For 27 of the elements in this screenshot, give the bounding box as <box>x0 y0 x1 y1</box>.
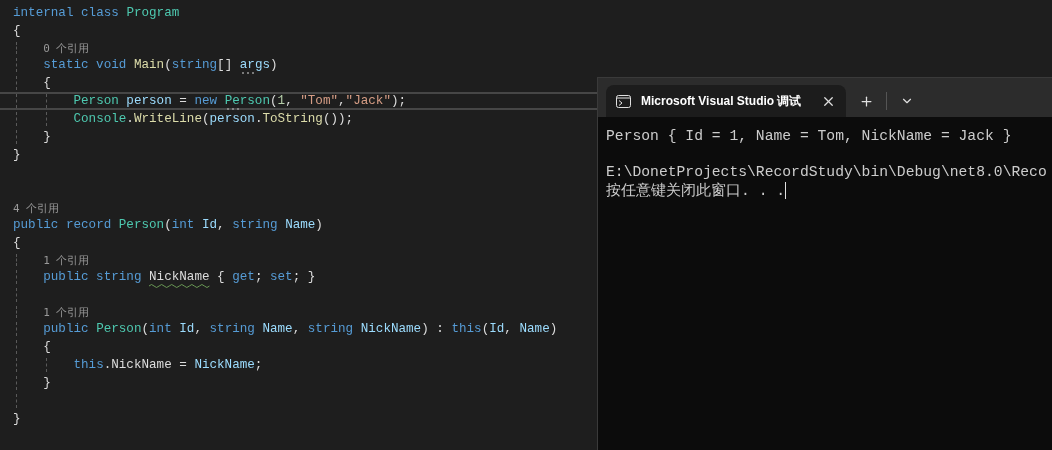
console-tab[interactable]: Microsoft Visual Studio 调试 <box>606 85 846 117</box>
code-line: public Person(int Id, string Name, string NickName) : this(Id, Name) <box>43 322 558 336</box>
code-line: public record Person(int Id, string Name) <box>13 218 323 232</box>
reference-count[interactable]: 1 个引用 <box>43 252 90 268</box>
console-output-line: 按任意键关闭此窗口. . . <box>606 181 786 200</box>
code-line: } <box>43 130 51 144</box>
console-output-line: E:\DonetProjects\RecordStudy\bin\Debug\net8.0\Reco <box>606 164 1047 180</box>
console-output-line: Person { Id = 1, Name = Tom, NickName = Jack } <box>606 128 1012 144</box>
reference-count[interactable]: 1 个引用 <box>43 304 90 320</box>
tab-title: Microsoft Visual Studio 调试 <box>641 92 803 110</box>
code-line: { <box>43 340 51 354</box>
reference-count[interactable]: 0 个引用 <box>43 40 90 56</box>
code-line: } <box>43 376 51 390</box>
code-line: { <box>43 76 51 90</box>
code-line: { <box>13 236 21 250</box>
code-line: } <box>13 148 21 162</box>
code-line: public string NickName { get; set; } <box>43 270 316 284</box>
terminal-icon <box>616 94 631 108</box>
plus-icon <box>858 93 874 109</box>
code-line: } <box>13 412 21 426</box>
code-line: this.NickName = NickName; <box>73 358 263 372</box>
code-line: Console.WriteLine(person.ToString()); <box>73 112 354 126</box>
code-line: { <box>13 24 21 38</box>
code-line: Person person = new Person(1, "Tom","Jack"); <box>73 94 407 108</box>
code-line: internal class Program <box>13 6 180 20</box>
reference-count[interactable]: 4 个引用 <box>13 200 60 216</box>
code-line: static void Main(string[] args) <box>43 58 278 72</box>
